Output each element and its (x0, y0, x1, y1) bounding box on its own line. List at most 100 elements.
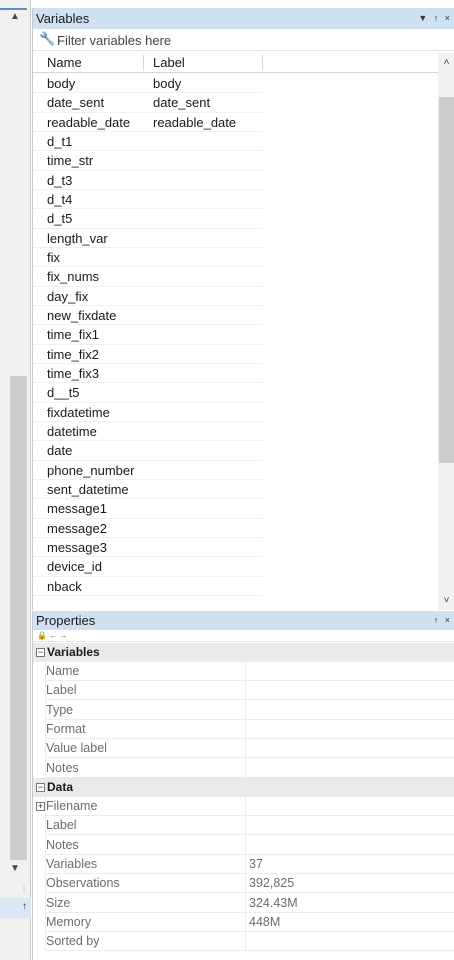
variable-name: new_fixdate (47, 307, 117, 323)
left-scroll-up-icon[interactable]: ▲ (8, 10, 22, 24)
property-value[interactable]: 392,825 (245, 874, 454, 894)
variable-row[interactable]: body body (33, 74, 438, 94)
variable-row[interactable]: new_fixdate (33, 306, 438, 326)
column-divider[interactable] (143, 55, 144, 71)
variable-row[interactable]: d_t3 (33, 171, 438, 190)
variable-row[interactable]: message1 (33, 499, 438, 519)
variable-name: message1 (47, 501, 107, 517)
property-value[interactable] (245, 662, 454, 681)
variable-row[interactable]: time_str (33, 151, 438, 171)
property-row[interactable]: Memory 448M (33, 912, 454, 932)
variable-row[interactable]: date (33, 441, 438, 461)
variables-list: body body date_sent date_sent readable_date r… (33, 74, 438, 608)
property-value[interactable] (245, 700, 454, 720)
variable-row[interactable]: time_fix2 (33, 345, 438, 364)
variable-row[interactable]: d__t5 (33, 383, 438, 403)
variable-row[interactable]: phone_number (33, 461, 438, 480)
variable-row[interactable]: length_var (33, 229, 438, 248)
property-row[interactable]: Notes (33, 835, 454, 855)
property-key: Size (45, 893, 245, 913)
variable-row[interactable]: readable_date readable_date (33, 113, 438, 132)
property-value[interactable] (245, 835, 454, 855)
property-value[interactable] (245, 739, 454, 759)
plus-box-icon[interactable]: + (36, 801, 45, 811)
variable-row[interactable]: nback (33, 577, 438, 596)
variable-row[interactable]: device_id (33, 557, 438, 577)
lock-icon[interactable]: 🔒 (37, 631, 47, 640)
left-scroll-down-icon[interactable]: ▼ (8, 862, 22, 876)
variables-scroll-thumb[interactable] (439, 97, 454, 463)
variables-panel-controls[interactable]: ▼ ↑ × (418, 8, 452, 29)
property-value[interactable] (245, 681, 454, 701)
variable-row[interactable]: datetime (33, 422, 438, 442)
resize-grip-icon[interactable]: ⋮ (20, 885, 28, 894)
property-row[interactable]: Label (33, 816, 454, 836)
variable-row[interactable]: sent_datetime (33, 480, 438, 500)
property-value[interactable] (245, 796, 454, 816)
property-row[interactable]: Variables 37 (33, 854, 454, 874)
variable-row[interactable]: d_t5 (33, 209, 438, 229)
variable-row[interactable]: time_fix1 (33, 325, 438, 345)
variable-name: nback (47, 578, 82, 594)
left-scroll-thumb[interactable] (10, 376, 27, 860)
variable-row[interactable]: fix_nums (33, 267, 438, 287)
property-value[interactable] (245, 719, 454, 739)
column-header-name[interactable]: Name (47, 55, 82, 70)
wrench-icon[interactable]: 🔧 (39, 31, 55, 47)
variable-name: d_t5 (47, 211, 73, 227)
scroll-down-icon[interactable]: ˅ (438, 595, 454, 606)
left-pane-selected-tab[interactable]: ↑ (0, 898, 31, 918)
variables-panel-title-bar: Variables ▼ ↑ × (33, 8, 454, 29)
property-row[interactable]: Label (33, 681, 454, 701)
property-key: Name (45, 662, 245, 681)
property-value[interactable] (245, 816, 454, 836)
column-divider[interactable] (262, 55, 263, 71)
minus-box-icon[interactable]: − (36, 782, 45, 792)
property-row[interactable]: Format (33, 719, 454, 739)
variable-row[interactable]: time_fix3 (33, 364, 438, 384)
variables-section-header[interactable]: − Variables (33, 643, 454, 662)
variable-name: day_fix (47, 288, 89, 304)
property-value[interactable]: 37 (245, 854, 454, 874)
property-row[interactable]: + Filename (33, 796, 454, 816)
variable-row[interactable]: message3 (33, 538, 438, 558)
variable-row[interactable]: d_t1 (33, 132, 438, 152)
property-row[interactable]: Notes (33, 758, 454, 778)
variable-name: d__t5 (47, 385, 80, 401)
filter-variables-input[interactable] (57, 31, 447, 49)
property-row[interactable]: Observations 392,825 (33, 874, 454, 894)
property-value[interactable] (245, 758, 454, 778)
variable-name: message2 (47, 520, 107, 536)
property-row[interactable]: Size 324.43M (33, 893, 454, 913)
variable-row[interactable]: message2 (33, 519, 438, 538)
property-row[interactable]: Name (33, 662, 454, 681)
property-key: Label (45, 681, 245, 701)
property-row[interactable]: Sorted by (33, 932, 454, 952)
nav-arrows-icon[interactable]: ← → (49, 631, 67, 640)
column-header-label[interactable]: Label (153, 55, 185, 70)
property-value[interactable]: 324.43M (245, 893, 454, 913)
property-key: Filename (45, 796, 245, 816)
minus-box-icon[interactable]: − (36, 648, 45, 657)
variables-panel: Variables ▼ ↑ × 🔧 Name Label body body dat… (32, 8, 454, 610)
pin-icon[interactable]: ↑ (22, 901, 27, 912)
variable-name: time_fix1 (47, 327, 100, 343)
variable-row[interactable]: date_sent date_sent (33, 93, 438, 113)
variable-name: device_id (47, 559, 102, 575)
variable-row[interactable]: day_fix (33, 287, 438, 306)
variables-scrollbar[interactable]: ˄ ˅ (438, 53, 454, 610)
property-value[interactable] (245, 932, 454, 952)
variable-row[interactable]: fix (33, 248, 438, 268)
variable-name: fix_nums (47, 269, 100, 285)
property-value[interactable]: 448M (245, 912, 454, 932)
variable-label: date_sent (153, 95, 211, 111)
properties-panel-controls[interactable]: ↑ × (434, 611, 452, 630)
scroll-up-icon[interactable]: ˄ (438, 57, 454, 68)
variable-name: phone_number (47, 462, 135, 478)
data-section-header[interactable]: − Data (33, 777, 454, 797)
property-row[interactable]: Type (33, 700, 454, 720)
property-key: Label (45, 816, 245, 836)
variable-row[interactable]: d_t4 (33, 190, 438, 210)
variable-row[interactable]: fixdatetime (33, 403, 438, 422)
property-row[interactable]: Value label (33, 739, 454, 759)
